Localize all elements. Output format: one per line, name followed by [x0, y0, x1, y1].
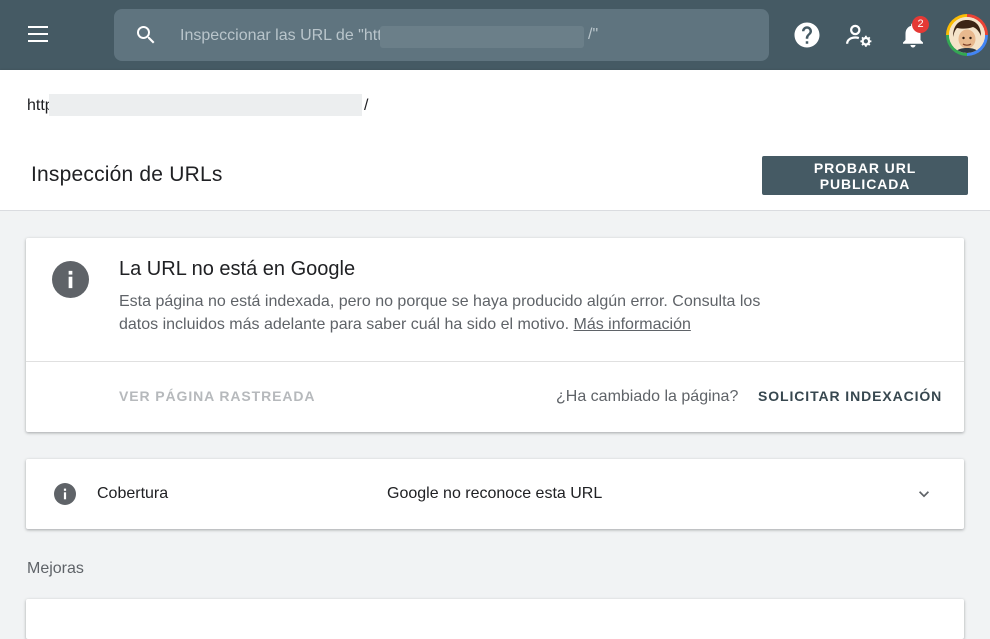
test-live-url-button[interactable]: PROBAR URL PUBLICADA [762, 156, 968, 195]
info-icon [54, 483, 76, 505]
page-changed-question: ¿Ha cambiado la página? [556, 388, 739, 405]
avatar-face-icon [949, 17, 985, 53]
redacted-url [380, 26, 584, 48]
request-indexing-button[interactable]: SOLICITAR INDEXACIÓN [758, 388, 942, 404]
notification-badge: 2 [912, 16, 929, 33]
index-status-card: La URL no está en Google Esta página no … [26, 238, 964, 432]
coverage-label: Cobertura [97, 485, 169, 502]
inspected-url-bar: http / [0, 70, 990, 141]
learn-more-link[interactable]: Más información [573, 316, 690, 333]
search-icon [137, 26, 155, 44]
page-title: Inspección de URLs [31, 163, 223, 186]
chevron-down-icon[interactable] [914, 484, 934, 504]
account-avatar[interactable] [946, 14, 988, 56]
enhancements-card [26, 599, 964, 639]
menu-icon[interactable] [24, 22, 56, 48]
page-header: Inspección de URLs PROBAR URL PUBLICADA [0, 141, 990, 211]
top-app-bar: /" 2 [0, 0, 990, 70]
search-placeholder-suffix: /" [588, 26, 599, 43]
redacted-url [49, 94, 362, 116]
enhancements-title: Mejoras [27, 560, 84, 577]
info-icon [52, 261, 89, 298]
inspected-url-suffix: / [364, 97, 369, 114]
manage-accounts-icon[interactable] [844, 20, 874, 50]
view-crawled-page-button[interactable]: VER PÁGINA RASTREADA [119, 388, 315, 404]
coverage-value: Google no reconoce esta URL [387, 485, 603, 502]
status-heading: La URL no está en Google [119, 258, 356, 280]
status-description: Esta página no está indexada, pero no po… [119, 291, 769, 336]
divider [26, 361, 964, 362]
help-icon[interactable] [792, 20, 822, 50]
coverage-row[interactable]: Cobertura Google no reconoce esta URL [26, 459, 964, 529]
url-inspection-search[interactable]: /" [114, 9, 769, 61]
